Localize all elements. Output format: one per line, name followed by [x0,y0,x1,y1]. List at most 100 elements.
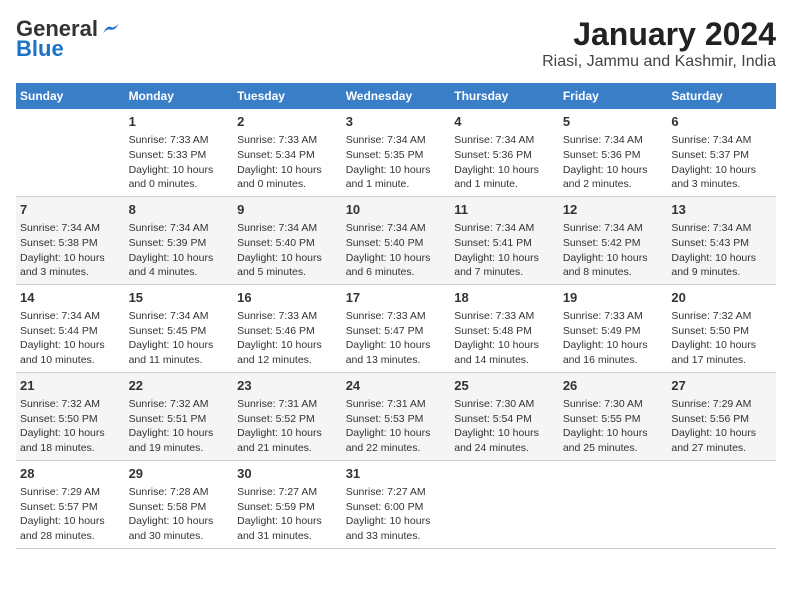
day-content: Sunrise: 7:32 AM Sunset: 5:50 PM Dayligh… [20,397,121,456]
day-content: Sunrise: 7:34 AM Sunset: 5:38 PM Dayligh… [20,221,121,280]
header-cell-monday: Monday [125,83,234,109]
day-content: Sunrise: 7:33 AM Sunset: 5:46 PM Dayligh… [237,309,338,368]
calendar-week-1: 1 Sunrise: 7:33 AM Sunset: 5:33 PM Daylig… [16,109,776,196]
day-content: Sunrise: 7:29 AM Sunset: 5:56 PM Dayligh… [671,397,772,456]
calendar-cell: 26 Sunrise: 7:30 AM Sunset: 5:55 PM Dayli… [559,372,668,460]
day-content: Sunrise: 7:29 AM Sunset: 5:57 PM Dayligh… [20,485,121,544]
day-number: 10 [346,201,447,219]
calendar-cell: 29Sunrise: 7:28 AM Sunset: 5:58 PM Dayli… [125,460,234,548]
calendar-cell: 14Sunrise: 7:34 AM Sunset: 5:44 PM Dayli… [16,284,125,372]
logo-bird-icon [102,22,120,36]
day-number: 5 [563,113,664,131]
day-content: Sunrise: 7:30 AM Sunset: 5:55 PM Dayligh… [563,397,664,456]
day-number: 3 [346,113,447,131]
day-content: Sunrise: 7:32 AM Sunset: 5:51 PM Dayligh… [129,397,230,456]
calendar-cell: 19 Sunrise: 7:33 AM Sunset: 5:49 PM Dayli… [559,284,668,372]
day-number: 22 [129,377,230,395]
calendar-week-2: 7 Sunrise: 7:34 AM Sunset: 5:38 PM Daylig… [16,196,776,284]
header-cell-saturday: Saturday [667,83,776,109]
day-content: Sunrise: 7:27 AM Sunset: 5:59 PM Dayligh… [237,485,338,544]
day-number: 21 [20,377,121,395]
day-content: Sunrise: 7:34 AM Sunset: 5:36 PM Dayligh… [563,133,664,192]
page-header: General Blue January 2024 Riasi, Jammu a… [16,16,776,71]
day-content: Sunrise: 7:33 AM Sunset: 5:47 PM Dayligh… [346,309,447,368]
day-content: Sunrise: 7:34 AM Sunset: 5:37 PM Dayligh… [671,133,772,192]
day-number: 26 [563,377,664,395]
calendar-cell: 28Sunrise: 7:29 AM Sunset: 5:57 PM Dayli… [16,460,125,548]
day-number: 15 [129,289,230,307]
day-number: 2 [237,113,338,131]
day-number: 24 [346,377,447,395]
calendar-cell: 12 Sunrise: 7:34 AM Sunset: 5:42 PM Dayli… [559,196,668,284]
header-cell-friday: Friday [559,83,668,109]
header-cell-wednesday: Wednesday [342,83,451,109]
day-content: Sunrise: 7:32 AM Sunset: 5:50 PM Dayligh… [671,309,772,368]
calendar-header: SundayMondayTuesdayWednesdayThursdayFrid… [16,83,776,109]
calendar-cell: 5 Sunrise: 7:34 AM Sunset: 5:36 PM Daylig… [559,109,668,196]
calendar-cell [559,460,668,548]
calendar-body: 1 Sunrise: 7:33 AM Sunset: 5:33 PM Daylig… [16,109,776,548]
day-content: Sunrise: 7:33 AM Sunset: 5:33 PM Dayligh… [129,133,230,192]
logo: General Blue [16,16,120,60]
day-number: 29 [129,465,230,483]
day-content: Sunrise: 7:31 AM Sunset: 5:53 PM Dayligh… [346,397,447,456]
day-content: Sunrise: 7:33 AM Sunset: 5:48 PM Dayligh… [454,309,555,368]
calendar-cell: 13Sunrise: 7:34 AM Sunset: 5:43 PM Dayli… [667,196,776,284]
calendar-cell: 20Sunrise: 7:32 AM Sunset: 5:50 PM Dayli… [667,284,776,372]
day-content: Sunrise: 7:34 AM Sunset: 5:40 PM Dayligh… [237,221,338,280]
day-number: 4 [454,113,555,131]
calendar-cell: 9Sunrise: 7:34 AM Sunset: 5:40 PM Daylig… [233,196,342,284]
page-title: January 2024 [542,16,776,53]
day-number: 25 [454,377,555,395]
calendar-week-5: 28Sunrise: 7:29 AM Sunset: 5:57 PM Dayli… [16,460,776,548]
calendar-cell: 21 Sunrise: 7:32 AM Sunset: 5:50 PM Dayli… [16,372,125,460]
day-number: 12 [563,201,664,219]
day-number: 11 [454,201,555,219]
calendar-cell: 8 Sunrise: 7:34 AM Sunset: 5:39 PM Daylig… [125,196,234,284]
calendar-table: SundayMondayTuesdayWednesdayThursdayFrid… [16,83,776,549]
day-content: Sunrise: 7:34 AM Sunset: 5:35 PM Dayligh… [346,133,447,192]
calendar-cell: 22 Sunrise: 7:32 AM Sunset: 5:51 PM Dayli… [125,372,234,460]
calendar-cell [450,460,559,548]
day-number: 7 [20,201,121,219]
page-subtitle: Riasi, Jammu and Kashmir, India [542,53,776,71]
logo-blue: Blue [16,38,64,60]
day-content: Sunrise: 7:34 AM Sunset: 5:41 PM Dayligh… [454,221,555,280]
title-block: January 2024 Riasi, Jammu and Kashmir, I… [542,16,776,71]
day-content: Sunrise: 7:34 AM Sunset: 5:42 PM Dayligh… [563,221,664,280]
header-cell-sunday: Sunday [16,83,125,109]
day-number: 27 [671,377,772,395]
calendar-cell: 30Sunrise: 7:27 AM Sunset: 5:59 PM Dayli… [233,460,342,548]
calendar-cell: 25Sunrise: 7:30 AM Sunset: 5:54 PM Dayli… [450,372,559,460]
day-number: 18 [454,289,555,307]
calendar-cell [667,460,776,548]
day-number: 19 [563,289,664,307]
day-content: Sunrise: 7:31 AM Sunset: 5:52 PM Dayligh… [237,397,338,456]
day-number: 16 [237,289,338,307]
day-content: Sunrise: 7:27 AM Sunset: 6:00 PM Dayligh… [346,485,447,544]
day-content: Sunrise: 7:33 AM Sunset: 5:34 PM Dayligh… [237,133,338,192]
calendar-week-4: 21 Sunrise: 7:32 AM Sunset: 5:50 PM Dayli… [16,372,776,460]
day-content: Sunrise: 7:34 AM Sunset: 5:40 PM Dayligh… [346,221,447,280]
calendar-cell: 17Sunrise: 7:33 AM Sunset: 5:47 PM Dayli… [342,284,451,372]
calendar-cell: 24 Sunrise: 7:31 AM Sunset: 5:53 PM Dayli… [342,372,451,460]
calendar-cell: 3 Sunrise: 7:34 AM Sunset: 5:35 PM Daylig… [342,109,451,196]
day-content: Sunrise: 7:34 AM Sunset: 5:36 PM Dayligh… [454,133,555,192]
day-number: 1 [129,113,230,131]
day-number: 6 [671,113,772,131]
day-number: 31 [346,465,447,483]
calendar-cell: 31 Sunrise: 7:27 AM Sunset: 6:00 PM Dayli… [342,460,451,548]
day-content: Sunrise: 7:33 AM Sunset: 5:49 PM Dayligh… [563,309,664,368]
calendar-cell: 11 Sunrise: 7:34 AM Sunset: 5:41 PM Dayli… [450,196,559,284]
calendar-cell [16,109,125,196]
day-number: 14 [20,289,121,307]
calendar-cell: 6 Sunrise: 7:34 AM Sunset: 5:37 PM Daylig… [667,109,776,196]
day-content: Sunrise: 7:34 AM Sunset: 5:43 PM Dayligh… [671,221,772,280]
day-content: Sunrise: 7:34 AM Sunset: 5:39 PM Dayligh… [129,221,230,280]
header-row: SundayMondayTuesdayWednesdayThursdayFrid… [16,83,776,109]
calendar-cell: 23Sunrise: 7:31 AM Sunset: 5:52 PM Dayli… [233,372,342,460]
day-number: 8 [129,201,230,219]
calendar-cell: 1 Sunrise: 7:33 AM Sunset: 5:33 PM Daylig… [125,109,234,196]
calendar-cell: 16 Sunrise: 7:33 AM Sunset: 5:46 PM Dayli… [233,284,342,372]
calendar-cell: 18 Sunrise: 7:33 AM Sunset: 5:48 PM Dayli… [450,284,559,372]
